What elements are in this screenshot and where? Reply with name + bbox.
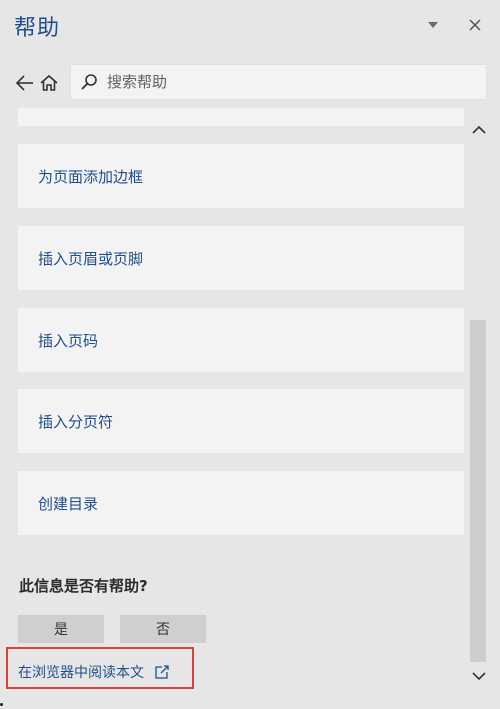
panel-title: 帮助 [14,16,61,41]
list-item[interactable]: 插入页码 [18,308,464,372]
navigation-bar [0,62,500,102]
feedback-yes-button[interactable]: 是 [18,615,104,643]
scrollbar-thumb[interactable] [470,320,486,662]
list-item[interactable]: 插入分页符 [18,389,464,453]
open-in-browser-link[interactable]: 在浏览器中阅读本文 [18,662,170,682]
open-in-browser-label: 在浏览器中阅读本文 [18,665,144,681]
chevron-down-icon [428,22,438,28]
feedback-question: 此信息是否有帮助? [19,577,148,595]
chevron-up-icon [472,125,486,134]
chevron-down-icon [472,672,486,681]
back-button[interactable] [13,71,37,95]
home-button[interactable] [37,71,61,95]
feedback-no-button[interactable]: 否 [120,615,206,643]
list-item[interactable]: 为页面添加边框 [18,144,464,208]
task-pane-options-button[interactable] [420,12,446,38]
list-item-label: 插入页眉或页脚 [38,249,144,268]
stray-dot [0,703,3,706]
list-item-label: 为页面添加边框 [38,167,144,186]
back-arrow-icon [15,75,33,91]
list-item[interactable]: 插入页眉或页脚 [18,226,464,290]
search-input[interactable] [105,72,469,92]
close-button[interactable] [462,12,488,38]
list-item-label: 插入分页符 [38,412,114,431]
external-link-icon [154,664,170,680]
search-box[interactable] [70,64,487,100]
scroll-down-button[interactable] [470,667,488,685]
list-item[interactable]: 创建目录 [18,471,464,535]
close-icon [469,19,481,31]
list-item-label: 创建目录 [38,494,99,513]
search-icon [79,72,99,92]
title-bar: 帮助 [0,0,500,52]
list-item-label: 插入页码 [38,331,99,350]
list-item[interactable] [18,108,464,126]
scroll-up-button[interactable] [470,121,488,139]
home-icon [40,74,58,91]
